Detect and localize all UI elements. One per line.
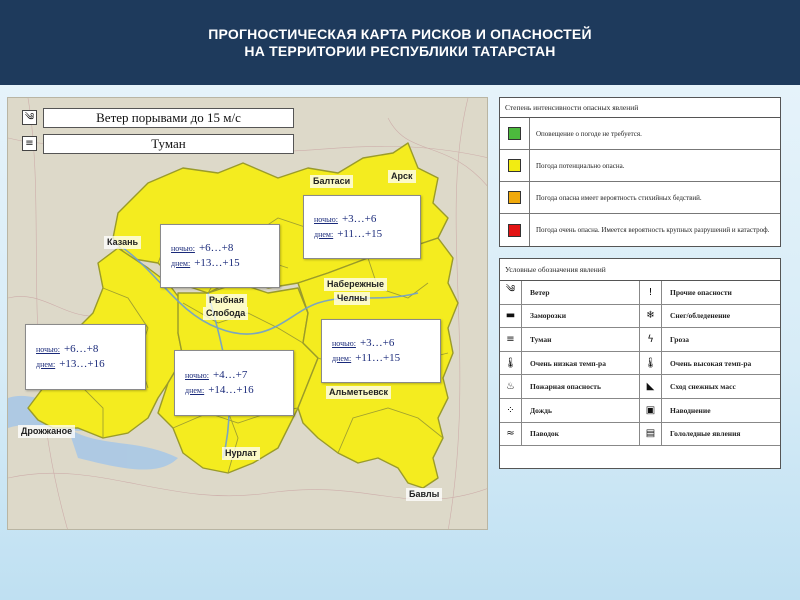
symbol-label: Туман [530,334,552,344]
symbol-label: Очень высокая темп-ра [670,358,752,368]
day-temperature: +13…+15 [194,257,240,269]
high-temperature-icon: 🌡 [640,351,662,375]
symbol-label: Ветер [530,287,550,297]
night-label: ночью: [332,339,356,348]
avalanche-icon: ◣ [640,375,662,398]
temperature-box-east: ночью: +3…+6 днем: +11…+15 [321,319,441,383]
other-danger-icon: ! [640,281,662,304]
fog-icon: ≡ [22,136,37,151]
city-label-chelny: Челны [334,292,371,305]
intensity-row-green: Оповещение о погоде не требуется. [500,118,780,150]
city-label-almetyevsk: Альметьевск [326,386,392,399]
frost-icon: ▬ [500,304,522,328]
symbol-label: Пожарная опасность [530,382,601,392]
symbol-label: Паводок [530,429,559,439]
intensity-legend: Степень интенсивности опасных явлений Оп… [499,97,781,247]
temperature-box-north-east: ночью: +3…+6 днем: +11…+15 [303,195,421,259]
thunderstorm-icon: ϟ [640,328,662,351]
flood-icon: ▣ [640,398,662,422]
day-temperature: +13…+16 [59,358,105,370]
symbols-legend: Условные обозначения явлений ༄ Ветер ! Про… [499,258,781,469]
city-label-rybnaya: Рыбная [206,294,247,307]
symbol-label: Гроза [670,334,689,344]
symbol-label: Наводнение [670,405,711,415]
city-label-sloboda: Слобода [203,307,249,320]
symbol-label: Гололедные явления [670,429,741,439]
page-title-line-1: ПРОГНОСТИЧЕСКАЯ КАРТА РИСКОВ И ОПАСНОСТЕ… [208,25,592,42]
ice-phenomena-icon: ▤ [640,422,662,446]
symbol-label: Заморозки [530,311,567,321]
day-label: днем: [332,354,352,363]
day-label: днем: [171,259,191,268]
intensity-legend-title: Степень интенсивности опасных явлений [500,98,780,118]
temperature-box-west: ночью: +6…+8 днем: +13…+16 [25,324,146,390]
intensity-description: Оповещение о погоде не требуется. [536,129,642,138]
city-label-kazan: Казань [104,236,142,249]
night-temperature: +6…+8 [63,343,99,355]
night-temperature: +3…+6 [341,213,377,225]
symbols-legend-title: Условные обозначения явлений [500,259,780,281]
fog-icon: ≡ [500,328,522,351]
rain-icon: ⁘ [500,398,522,422]
day-temperature: +14…+16 [208,384,254,396]
intensity-row-orange: Погода опасна имеет вероятность стихийны… [500,182,780,214]
wind-icon: ༄ [500,281,522,304]
symbol-label: Прочие опасности [670,287,732,297]
phenomenon-wind-label: Ветер порывами до 15 м/с [43,108,294,128]
symbol-label: Дождь [530,405,552,415]
wind-icon: ༄ [22,110,37,125]
intensity-row-yellow: Погода потенциально опасна. [500,150,780,182]
yellow-swatch [508,159,521,172]
day-temperature: +11…+15 [355,352,401,364]
intensity-row-red: Погода очень опасна. Имеется вероятность… [500,214,780,246]
intensity-description: Погода потенциально опасна. [536,161,625,170]
snow-ice-icon: ❄ [640,304,662,328]
night-temperature: +4…+7 [212,369,248,381]
symbol-label: Снег/обледенение [670,311,731,321]
day-temperature: +11…+15 [337,228,383,240]
page-title-line-2: НА ТЕРРИТОРИИ РЕСПУБЛИКИ ТАТАРСТАН [244,42,556,59]
low-temperature-icon: 🌡 [500,351,522,375]
city-label-baltasi: Балтаси [310,175,354,188]
symbol-label: Сход снежных масс [670,382,736,392]
phenomenon-fog-label: Туман [43,134,294,154]
night-label: ночью: [36,345,60,354]
intensity-description: Погода опасна имеет вероятность стихийны… [536,193,702,202]
symbol-label: Очень низкая темп-ра [530,358,606,368]
city-label-nurlat: Нурлат [222,447,260,460]
city-label-drozhzhanoe: Дрожжаное [18,425,76,438]
red-swatch [508,223,521,237]
orange-swatch [508,191,521,204]
temperature-box-north: ночью: +6…+8 днем: +13…+15 [160,224,280,288]
night-temperature: +6…+8 [198,242,234,254]
city-label-naberezhnye: Набережные [324,278,387,291]
city-label-bavly: Бавлы [406,488,443,501]
night-label: ночью: [314,215,338,224]
forecast-map[interactable]: ༄ Ветер порывами до 15 м/с ≡ Туман Балта… [7,97,488,530]
day-label: днем: [314,230,334,239]
intensity-description: Погода очень опасна. Имеется вероятность… [536,226,770,234]
green-swatch [508,127,521,140]
temperature-box-south: ночью: +4…+7 днем: +14…+16 [174,350,294,416]
page-header: ПРОГНОСТИЧЕСКАЯ КАРТА РИСКОВ И ОПАСНОСТЕ… [0,0,800,85]
night-temperature: +3…+6 [359,337,395,349]
day-label: днем: [185,386,205,395]
night-label: ночью: [171,244,195,253]
night-label: ночью: [185,371,209,380]
day-label: днем: [36,360,56,369]
flood-wave-icon: ≈ [500,422,522,446]
city-label-arsk: Арск [388,170,416,183]
fire-danger-icon: ♨ [500,375,522,398]
